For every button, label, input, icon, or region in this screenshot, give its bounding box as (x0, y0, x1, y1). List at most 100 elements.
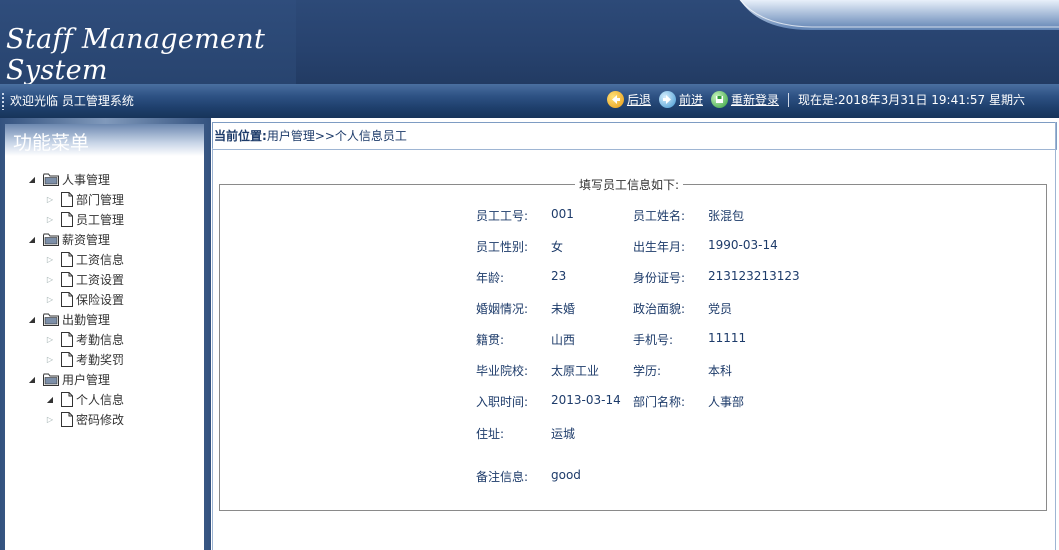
main-left-border (212, 148, 213, 550)
address-label: 住址: (476, 427, 505, 441)
menu-item-label: 部门管理 (76, 192, 125, 207)
breadcrumb: 当前位置:用户管理>>个人信息员工 (212, 122, 1057, 150)
menu-item-label: 密码修改 (76, 412, 125, 427)
marital-value: 未婚 (551, 302, 576, 316)
hire-date-value: 2013-03-14 (551, 393, 621, 407)
menu-item-label: 工资设置 (76, 272, 125, 287)
logo-panel: Staff Management System (0, 0, 296, 84)
header-banner: Staff Management System (0, 0, 1059, 84)
nav-separator (787, 92, 789, 107)
emp-no-label: 员工工号: (476, 209, 529, 223)
collapsed-triangle-icon[interactable]: ▷ (45, 295, 55, 304)
id-no-value: 213123213123 (708, 269, 800, 283)
sidebar-panel: 功能菜单 ◢ 人事管理 ▷ 部门管理 ▷ 员工管理 ◢ 薪资管理 ▷ 工资信息 ▷ 工资设置 ▷ 保险设置… (5, 124, 204, 550)
page-icon (61, 211, 73, 227)
app-logo-text: Staff Management System (6, 24, 266, 84)
collapsed-triangle-icon[interactable]: ▷ (45, 255, 55, 264)
menu-item-label: 考勤信息 (76, 332, 125, 347)
menu-item-1-0[interactable]: ▷ 工资信息 (45, 250, 124, 268)
gender-value: 女 (551, 240, 564, 254)
birth-label: 出生年月: (633, 240, 686, 254)
back-button[interactable]: 后退 (606, 91, 651, 108)
expanded-triangle-icon[interactable]: ◢ (27, 315, 37, 324)
menu-group-1[interactable]: ◢ 薪资管理 (27, 230, 110, 248)
collapsed-triangle-icon[interactable]: ▷ (45, 335, 55, 344)
birth-value: 1990-03-14 (708, 238, 778, 252)
menu-group-label: 用户管理 (62, 372, 111, 387)
collapsed-triangle-icon[interactable]: ▷ (45, 215, 55, 224)
page-icon (61, 191, 73, 207)
page-icon (61, 271, 73, 287)
nav-actions: 后退 前进 重新登录 现在是:2018年3月31日 19:41:57 星期六 (606, 91, 1025, 108)
native-place-label: 籍贯: (476, 333, 505, 347)
page-icon (61, 331, 73, 347)
expanded-triangle-icon[interactable]: ◢ (45, 395, 55, 404)
forward-arrow-icon (658, 91, 676, 108)
sidebar: 功能菜单 ◢ 人事管理 ▷ 部门管理 ▷ 员工管理 ◢ 薪资管理 ▷ 工资信息 ▷ 工资设置 ▷ 保险设置… (0, 118, 211, 550)
menu-item-2-1[interactable]: ▷ 考勤奖罚 (45, 350, 124, 368)
menu-group-3[interactable]: ◢ 用户管理 (27, 370, 110, 388)
forward-button[interactable]: 前进 (658, 91, 703, 108)
address-value: 运城 (551, 427, 576, 441)
breadcrumb-prefix: 当前位置: (214, 129, 267, 143)
menu-item-1-1[interactable]: ▷ 工资设置 (45, 270, 124, 288)
remark-label: 备注信息: (476, 470, 529, 484)
back-arrow-icon (606, 91, 624, 108)
page-icon (61, 411, 73, 427)
emp-no-value: 001 (551, 207, 574, 221)
current-datetime: 现在是:2018年3月31日 19:41:57 星期六 (797, 93, 1025, 107)
menu-item-3-0[interactable]: ◢ 个人信息 (45, 390, 124, 408)
collapsed-triangle-icon[interactable]: ▷ (45, 195, 55, 204)
menu-title: 功能菜单 (13, 132, 90, 154)
expanded-triangle-icon[interactable]: ◢ (27, 235, 37, 244)
expanded-triangle-icon[interactable]: ◢ (27, 175, 37, 184)
hire-date-label: 入职时间: (476, 395, 529, 409)
menu-item-0-1[interactable]: ▷ 员工管理 (45, 210, 124, 228)
menu-item-label: 个人信息 (76, 392, 125, 407)
menu-item-label: 保险设置 (76, 292, 125, 307)
expanded-triangle-icon[interactable]: ◢ (27, 375, 37, 384)
menu-group-label: 人事管理 (62, 172, 111, 187)
menu-item-0-0[interactable]: ▷ 部门管理 (45, 190, 124, 208)
collapsed-triangle-icon[interactable]: ▷ (45, 275, 55, 284)
age-value: 23 (551, 269, 567, 283)
education-value: 本科 (708, 364, 733, 378)
folder-icon (43, 173, 59, 186)
header-swoosh-decoration (739, 0, 1059, 30)
menu-item-3-1[interactable]: ▷ 密码修改 (45, 410, 124, 428)
relogin-button[interactable]: 重新登录 (710, 91, 779, 108)
folder-icon (43, 233, 59, 246)
school-value: 太原工业 (551, 364, 600, 378)
page-icon (61, 391, 73, 407)
phone-label: 手机号: (633, 333, 674, 347)
menu-title-bar: 功能菜单 (5, 124, 204, 156)
department-label: 部门名称: (633, 395, 686, 409)
menu-item-label: 员工管理 (76, 212, 125, 227)
page-icon (61, 251, 73, 267)
page-icon (61, 351, 73, 367)
name-value: 张混包 (708, 209, 745, 223)
collapsed-triangle-icon[interactable]: ▷ (45, 415, 55, 424)
menu-item-label: 考勤奖罚 (76, 352, 125, 367)
main-right-border (1055, 122, 1056, 550)
menu-item-label: 工资信息 (76, 252, 125, 267)
menu-item-2-0[interactable]: ▷ 考勤信息 (45, 330, 124, 348)
phone-value: 11111 (708, 331, 747, 345)
political-label: 政治面貌: (633, 302, 686, 316)
relogin-label: 重新登录 (730, 93, 779, 107)
folder-icon (43, 313, 59, 326)
id-no-label: 身份证号: (633, 271, 686, 285)
breadcrumb-path: 用户管理>>个人信息员工 (266, 129, 407, 143)
education-label: 学历: (633, 364, 662, 378)
menu-group-2[interactable]: ◢ 出勤管理 (27, 310, 110, 328)
menu-group-0[interactable]: ◢ 人事管理 (27, 170, 110, 188)
welcome-text: 欢迎光临 员工管理系统 (10, 94, 134, 108)
department-value: 人事部 (708, 395, 745, 409)
collapsed-triangle-icon[interactable]: ▷ (45, 355, 55, 364)
school-label: 毕业院校: (476, 364, 529, 378)
political-value: 党员 (708, 302, 733, 316)
menu-item-1-2[interactable]: ▷ 保险设置 (45, 290, 124, 308)
native-place-value: 山西 (551, 333, 576, 347)
dotted-divider (2, 93, 4, 110)
name-label: 员工姓名: (633, 209, 686, 223)
